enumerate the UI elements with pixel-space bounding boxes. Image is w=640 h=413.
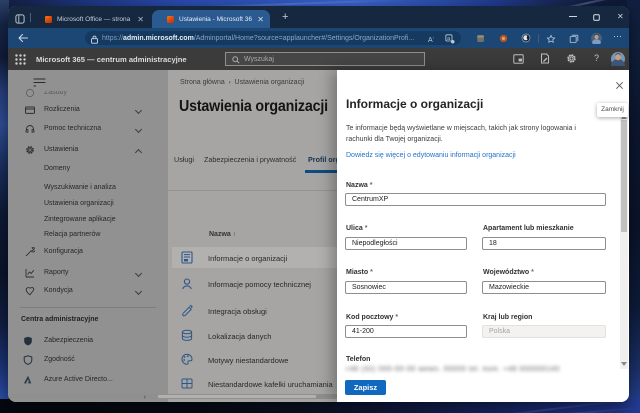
svg-text:a: a	[447, 36, 450, 42]
